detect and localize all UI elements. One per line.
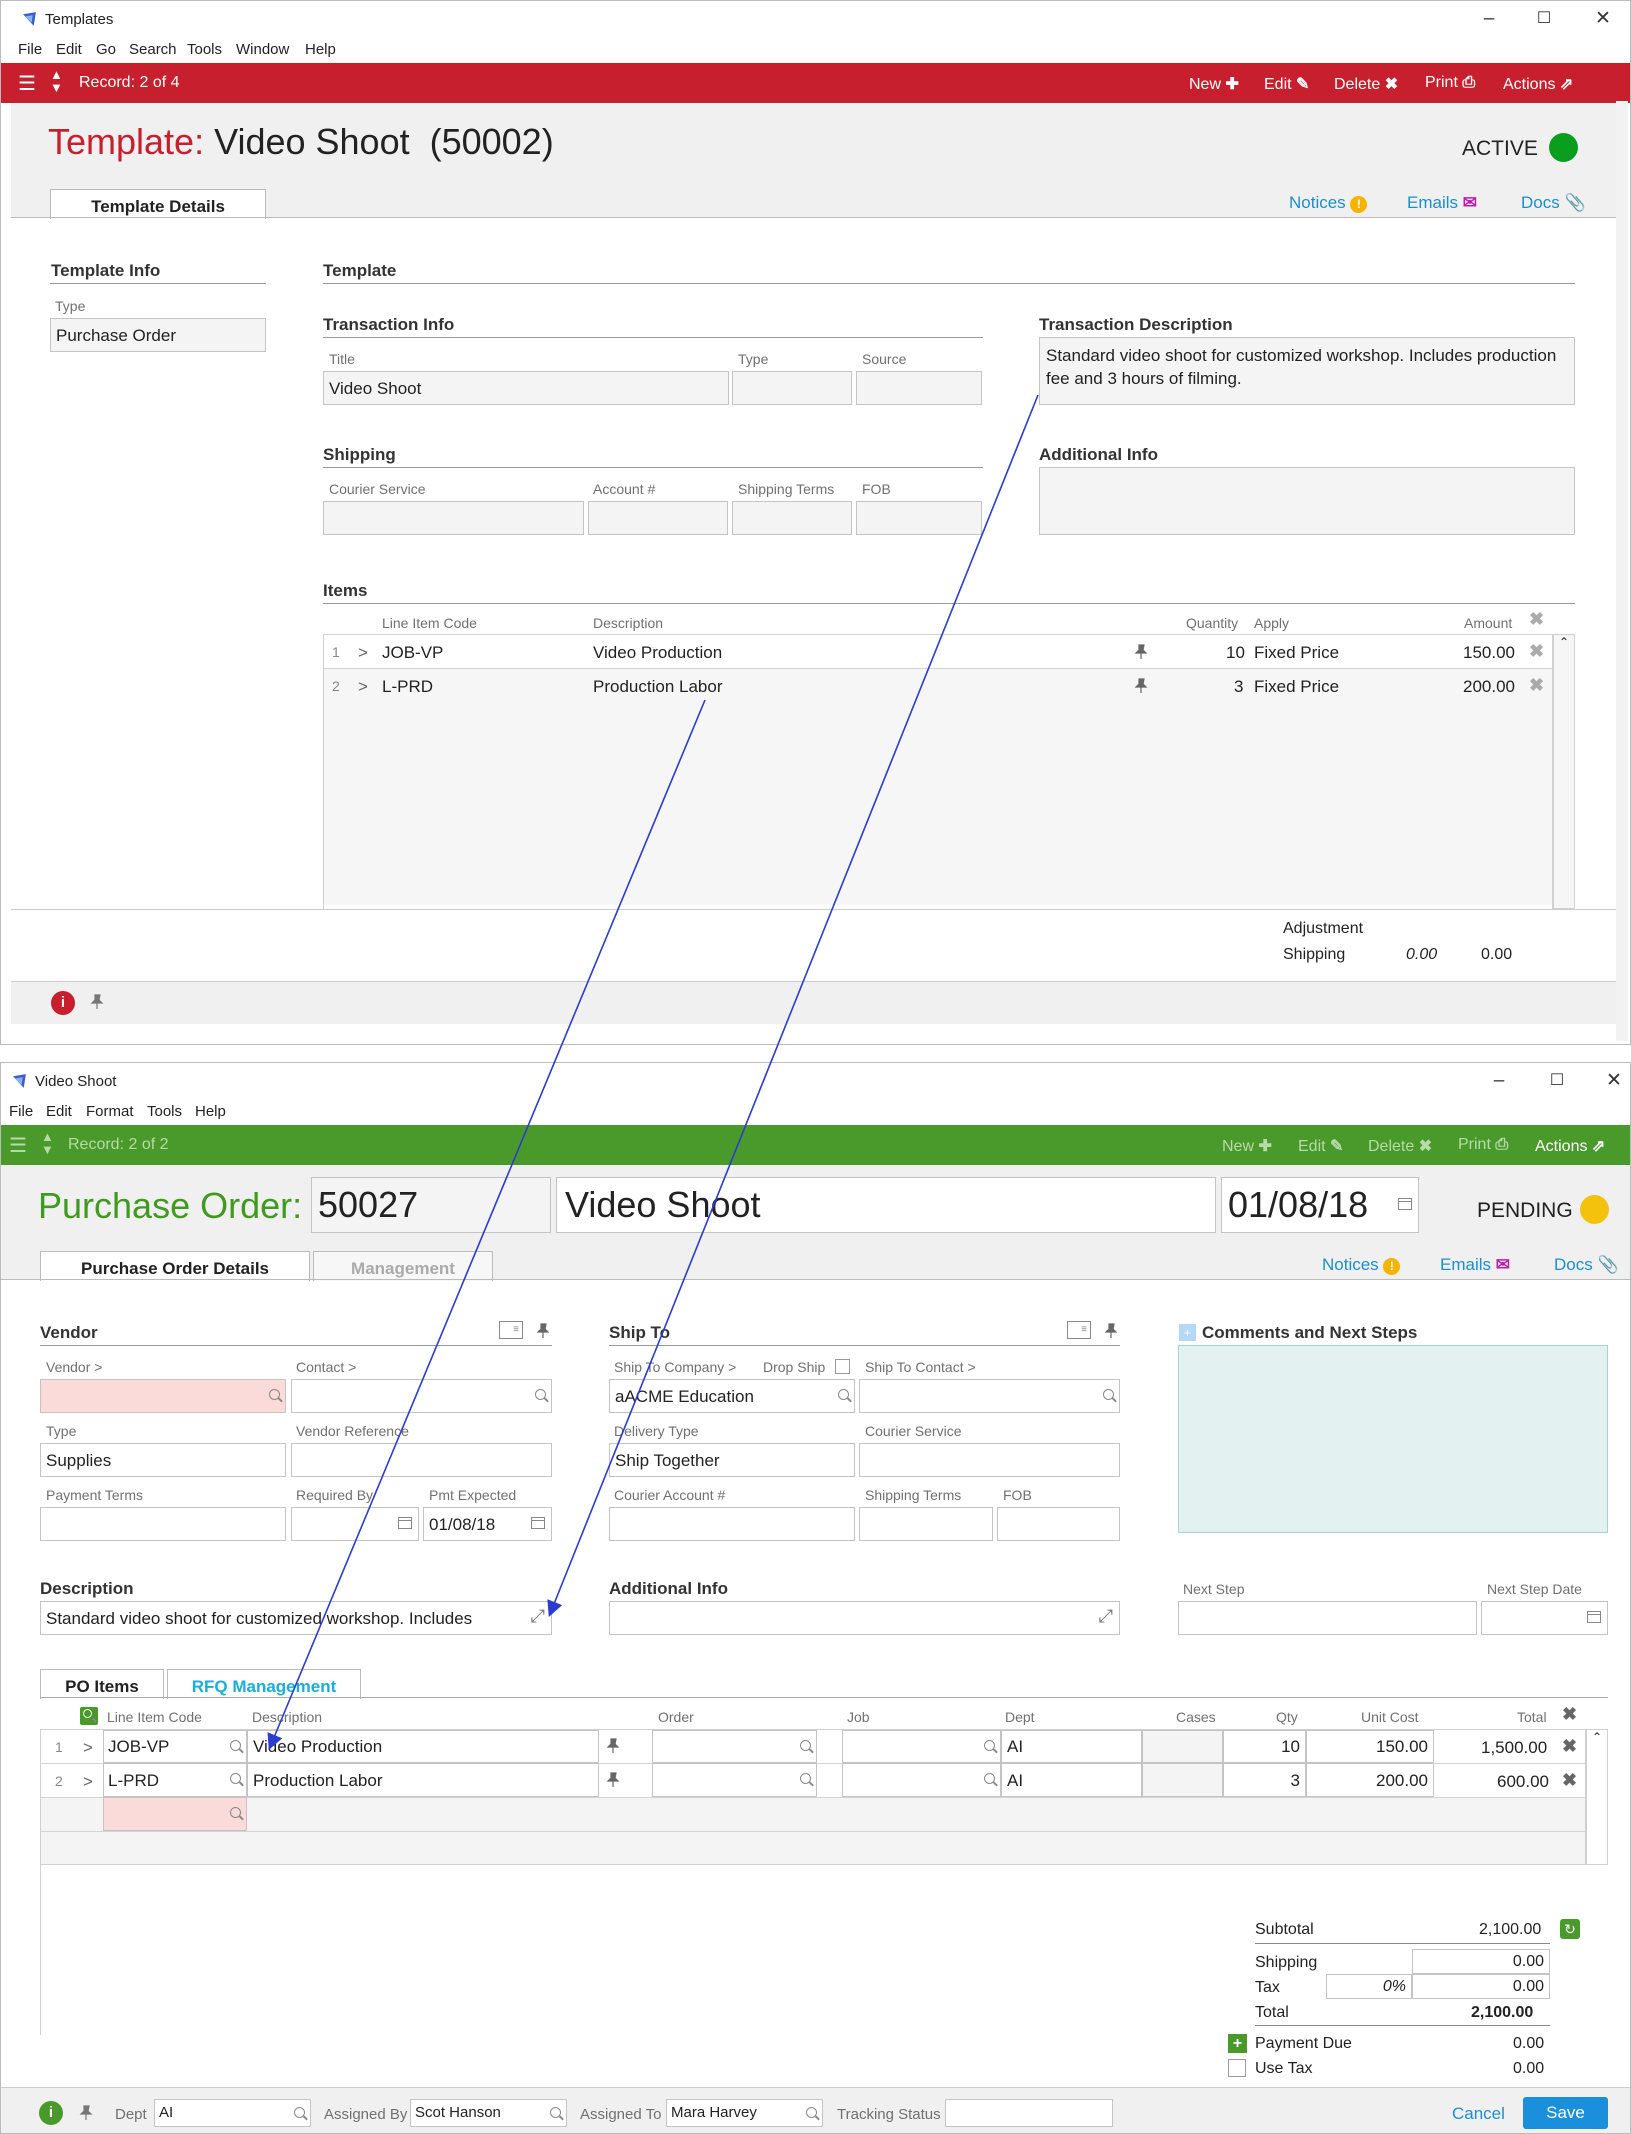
mapping-arrows: [267, 394, 1039, 1750]
item-mapping-arrow: [267, 699, 706, 1750]
description-mapping-arrow: [547, 394, 1039, 1617]
